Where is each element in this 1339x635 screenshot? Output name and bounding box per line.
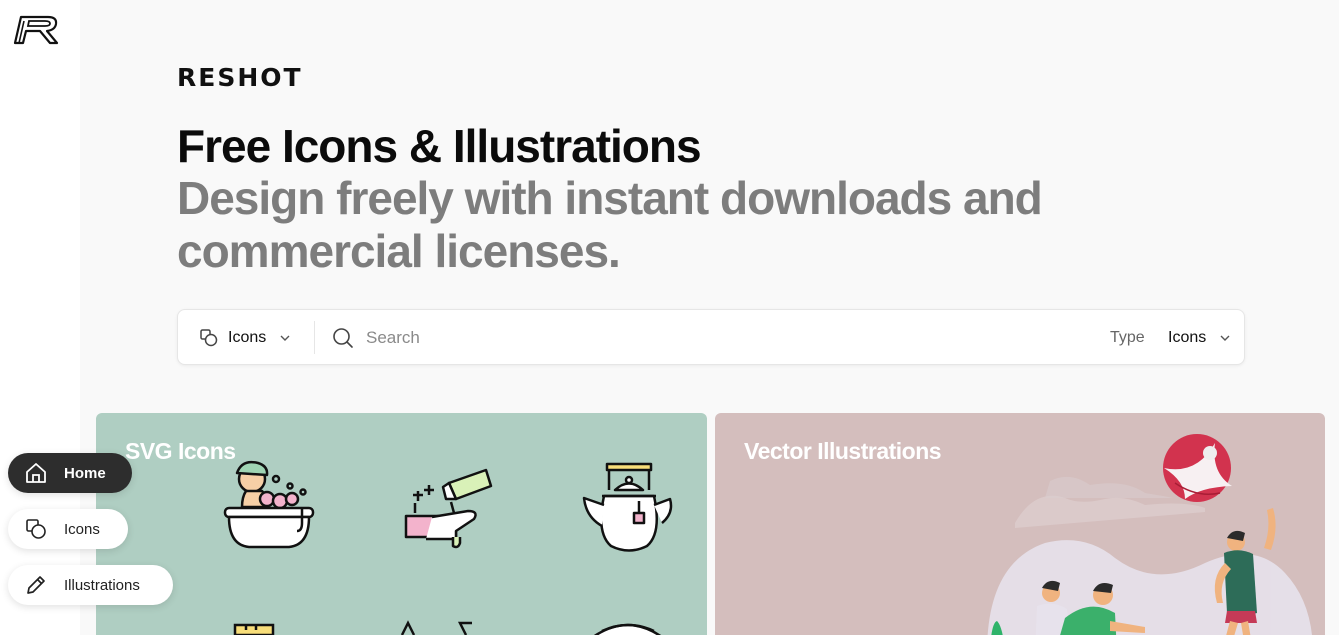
hand-sanitizer-icon [404, 468, 493, 549]
search-divider [314, 321, 315, 354]
chevron-down-icon [280, 335, 290, 341]
search-icon [333, 328, 353, 348]
teapot-icon [582, 462, 673, 552]
asset-type-label: Icons [228, 329, 267, 346]
nav-illustrations-label: Illustrations [64, 576, 140, 594]
type-filter-label: Type [1110, 329, 1145, 346]
background-shapes [987, 476, 1312, 635]
chevron-down-icon [1220, 335, 1230, 341]
vector-illustrations-card-title: Vector Illustrations [744, 438, 942, 464]
pencil-icon [24, 573, 48, 597]
page-title: Free Icons & Illustrations [177, 120, 702, 172]
reshot-logo-icon[interactable] [12, 12, 60, 46]
nav-icons-label: Icons [64, 520, 100, 538]
shapes-icon [200, 329, 218, 347]
page-subtitle: Design freely with instant downloads and… [177, 172, 1043, 277]
shapes-icon [24, 517, 48, 541]
nav-icons[interactable]: Icons [8, 509, 128, 549]
svg-icons-card-title: SVG Icons [125, 438, 236, 464]
bathtub-icon [223, 460, 315, 549]
nav-home[interactable]: Home [8, 453, 132, 493]
beach-ball-icon [1163, 434, 1232, 502]
partial-icons-row [233, 620, 662, 635]
type-filter-dropdown[interactable]: Icons [1168, 325, 1230, 351]
search-input[interactable] [366, 324, 1066, 352]
search-bar: Icons Type Icons [177, 309, 1245, 365]
home-icon [24, 461, 48, 485]
type-filter-value: Icons [1168, 329, 1207, 346]
asset-type-dropdown[interactable]: Icons [200, 325, 290, 351]
svg-icons-card[interactable]: SVG Icons [96, 413, 707, 635]
nav-home-label: Home [64, 464, 106, 482]
vector-illustrations-card[interactable]: Vector Illustrations [715, 413, 1325, 635]
brand-wordmark-text: RESHOT [177, 63, 303, 92]
nav-illustrations[interactable]: Illustrations [8, 565, 173, 605]
brand-wordmark[interactable]: RESHOT [177, 63, 303, 92]
